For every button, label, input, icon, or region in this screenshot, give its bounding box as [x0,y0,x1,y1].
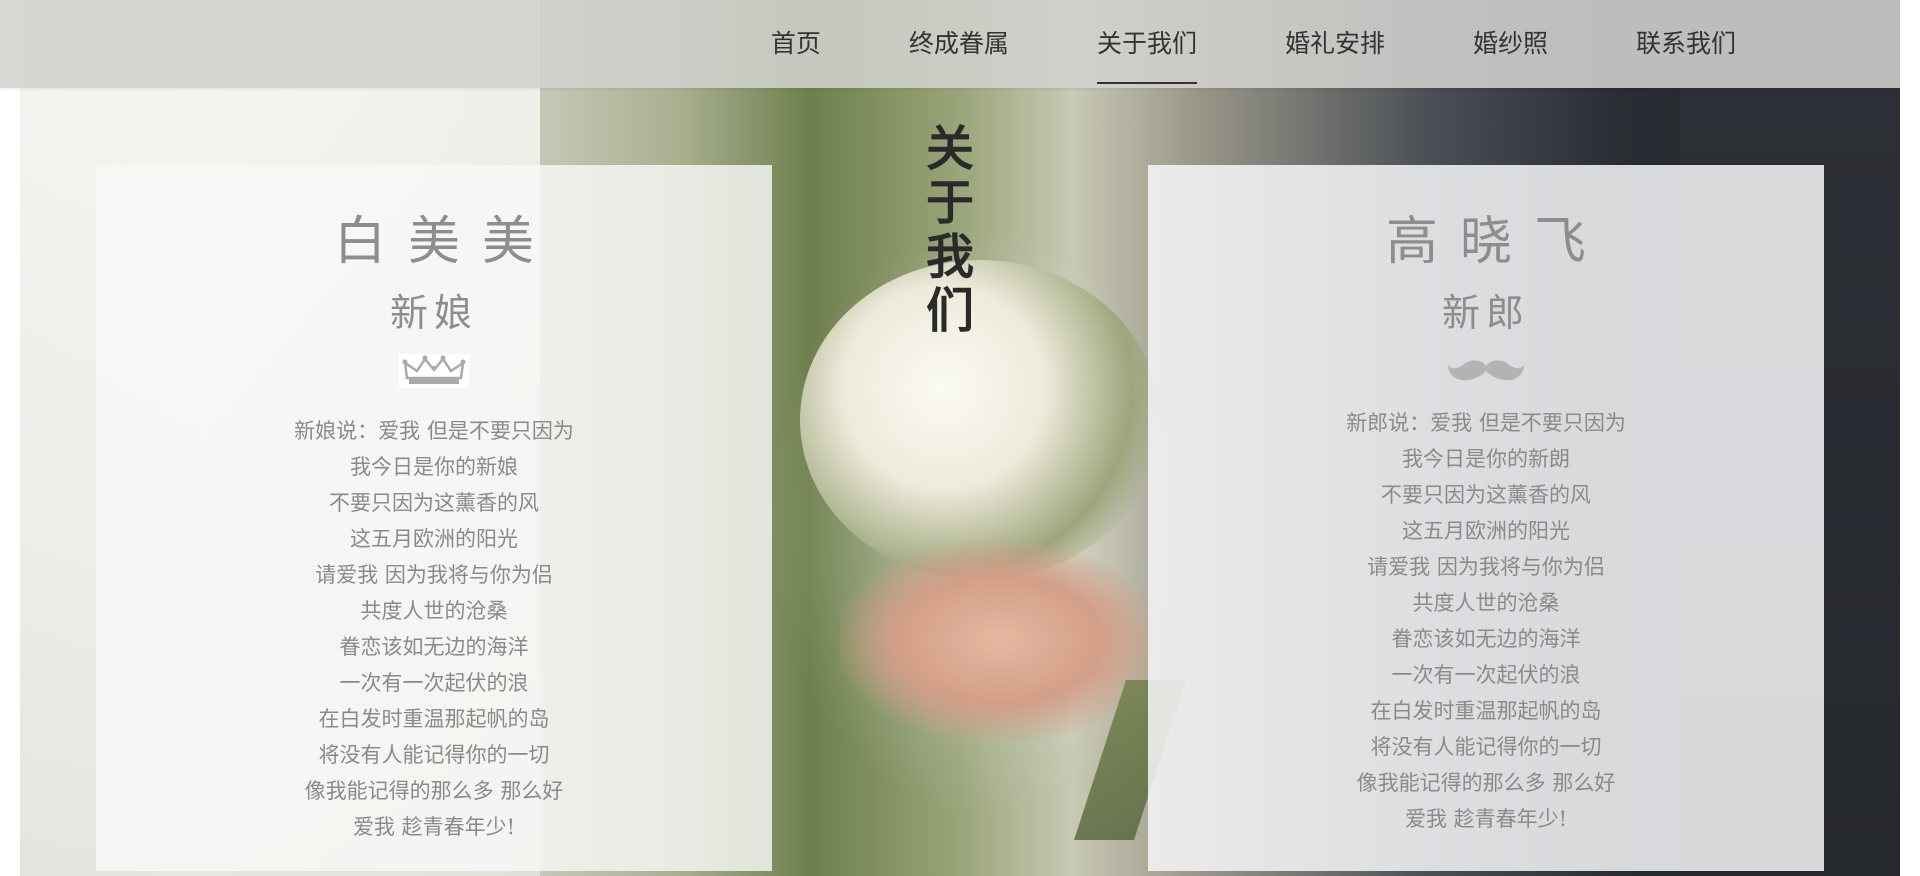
poem-line: 新娘说：爱我 但是不要只因为 [294,419,574,443]
main-nav: 首页 终成眷属 关于我们 婚礼安排 婚纱照 联系我们 [727,0,1780,88]
holding-hands-image [840,540,1160,740]
bride-role: 新娘 [389,291,478,335]
poem-line: 将没有人能记得你的一切 [1370,735,1602,759]
groom-poem: 新郎说：爱我 但是不要只因为 我今日是你的新朗 不要只因为这薰香的风 这五月欧洲… [1148,405,1824,837]
groom-role: 新郎 [1441,291,1530,335]
groom-profile-panel: 高晓飞 新郎 新郎说：爱我 但是不要只因为 我今日是你的新朗 不要只因为这薰香的… [1148,165,1824,871]
bride-poem: 新娘说：爱我 但是不要只因为 我今日是你的新娘 不要只因为这薰香的风 这五月欧洲… [96,413,772,845]
nav-item-wedding-schedule[interactable]: 婚礼安排 [1241,0,1429,88]
poem-line: 在白发时重温那起帆的岛 [318,707,550,731]
poem-line: 不要只因为这薰香的风 [329,491,539,515]
bride-profile-panel: 白美美 新娘 新娘说：爱我 但是不要只因为 我今日是你的新娘 不要只因为这薰香的… [96,165,772,871]
poem-line: 不要只因为这薰香的风 [1381,483,1591,507]
nav-item-about-us[interactable]: 关于我们 [1053,0,1241,88]
poem-line: 眷恋该如无边的海洋 [1391,627,1581,651]
poem-line: 爱我 趁青春年少! [1404,807,1568,831]
poem-line: 这五月欧洲的阳光 [1402,519,1570,543]
poem-line: 一次有一次起伏的浪 [1391,663,1581,687]
poem-line: 我今日是你的新朗 [1402,447,1570,471]
poem-line: 这五月欧洲的阳光 [350,527,518,551]
mustache-icon [1148,351,1824,391]
nav-item-contact-us[interactable]: 联系我们 [1592,0,1780,88]
poem-line: 像我能记得的那么多 那么好 [1356,771,1616,795]
poem-line: 爱我 趁青春年少! [352,815,516,839]
poem-line: 共度人世的沧桑 [1412,591,1560,615]
nav-item-wedding-photos[interactable]: 婚纱照 [1429,0,1592,88]
nav-item-home[interactable]: 首页 [727,0,865,88]
top-navigation-bar: 首页 终成眷属 关于我们 婚礼安排 婚纱照 联系我们 [0,0,1900,88]
poem-line: 在白发时重温那起帆的岛 [1370,699,1602,723]
groom-name: 高晓飞 [1385,212,1608,272]
poem-line: 共度人世的沧桑 [360,599,508,623]
poem-line: 我今日是你的新娘 [350,455,518,479]
poem-line: 将没有人能记得你的一切 [318,743,550,767]
poem-line: 新郎说：爱我 但是不要只因为 [1346,411,1626,435]
poem-line: 眷恋该如无边的海洋 [339,635,529,659]
poem-line: 请爱我 因为我将与你为侣 [1367,555,1605,579]
bouquet-image [800,260,1160,580]
poem-line: 一次有一次起伏的浪 [339,671,529,695]
bride-name: 白美美 [333,212,556,272]
crown-icon [96,351,772,391]
poem-line: 请爱我 因为我将与你为侣 [315,563,553,587]
nav-item-together[interactable]: 终成眷属 [865,0,1053,88]
poem-line: 像我能记得的那么多 那么好 [304,779,564,803]
section-heading-vertical: 关于我们 [925,121,974,339]
